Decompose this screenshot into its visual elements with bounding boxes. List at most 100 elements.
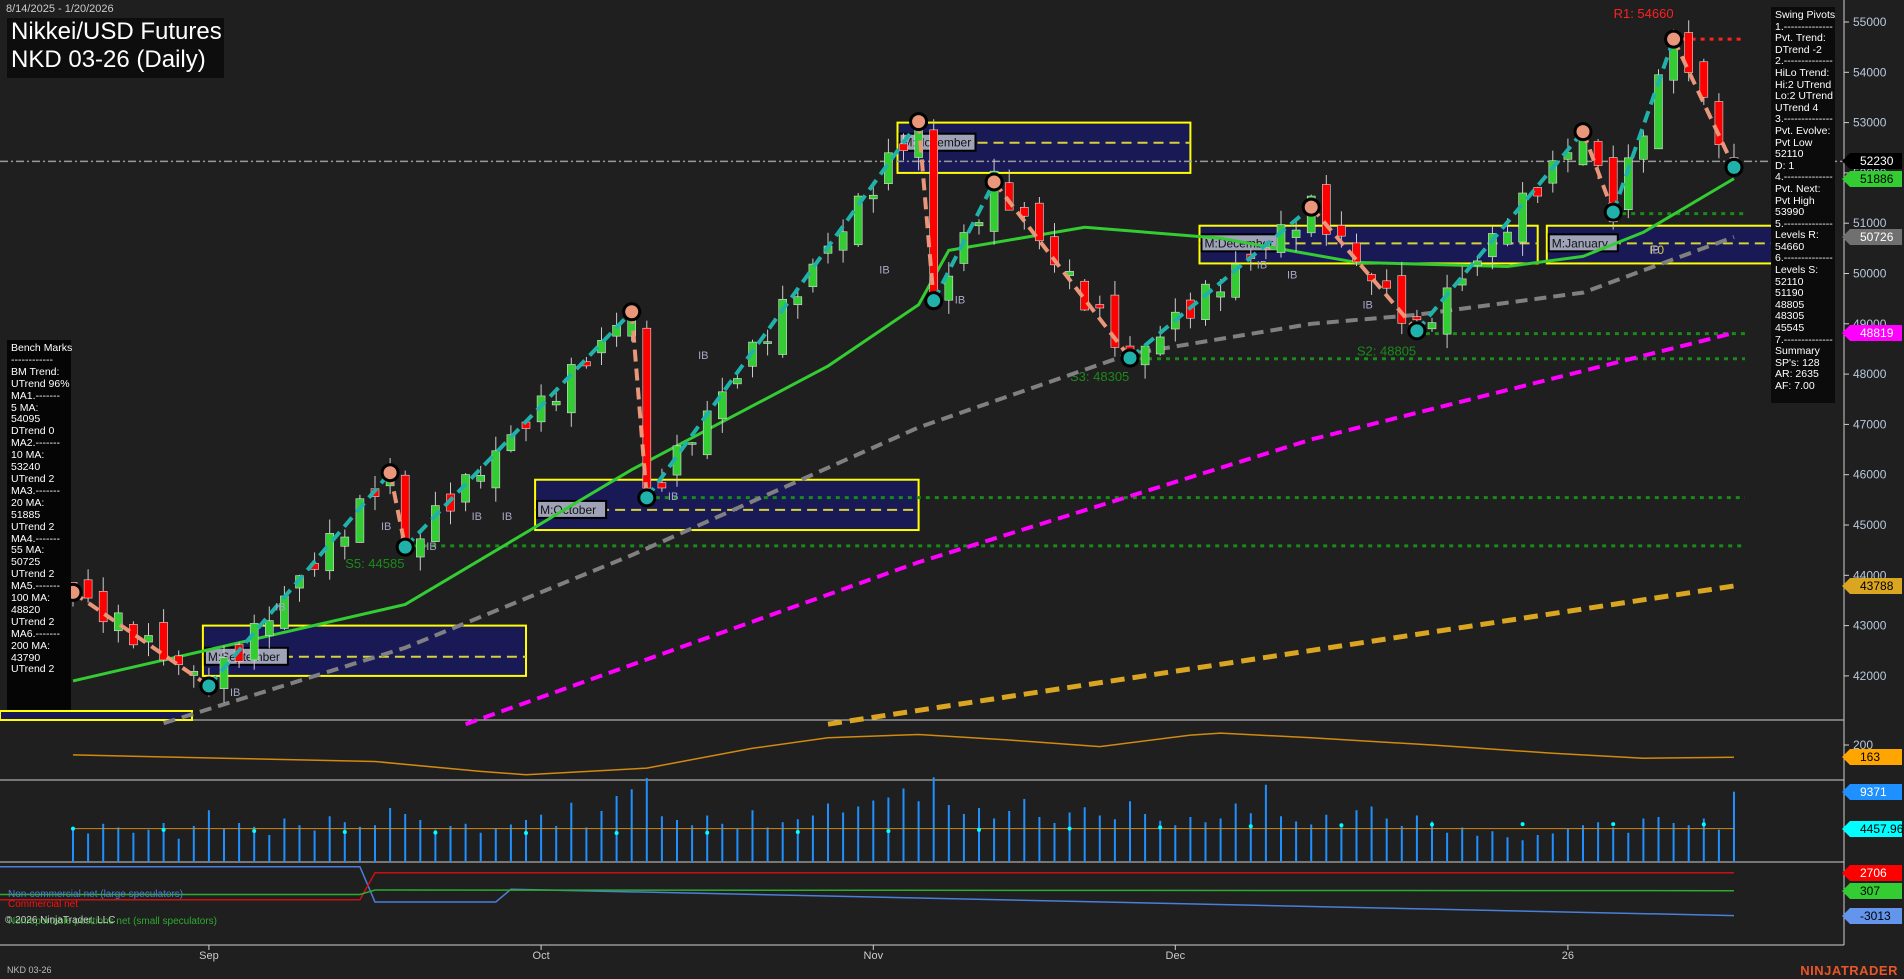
volume-marker bbox=[1611, 822, 1615, 826]
swing-pivots-panel: Swing Pivots1.--------------Pvt. Trend:D… bbox=[1771, 7, 1835, 403]
ib-label: IB bbox=[1649, 244, 1659, 256]
volume-marker bbox=[1068, 827, 1072, 831]
swing-low-marker bbox=[1409, 323, 1425, 339]
copyright: © 2026 NinjaTrader, LLC bbox=[5, 915, 115, 926]
level-label: S3: 48305 bbox=[1070, 369, 1129, 384]
bench-marks-panel: Bench Marks------------BM Trend:UTrend 9… bbox=[7, 340, 71, 710]
candle-body bbox=[1473, 261, 1481, 266]
ib-label: IB bbox=[502, 511, 512, 523]
candle-body bbox=[492, 451, 500, 488]
swing-high-marker bbox=[1303, 199, 1319, 215]
pivots-line: 45545 bbox=[1775, 323, 1831, 335]
price-chart[interactable]: 4200043000440004500046000470004800049000… bbox=[0, 0, 1904, 979]
pivots-line: Swing Pivots bbox=[1775, 10, 1831, 22]
ib-label: IB bbox=[426, 541, 436, 553]
candle-body bbox=[567, 364, 575, 412]
volume-marker bbox=[796, 830, 800, 834]
candle-body bbox=[1337, 225, 1345, 236]
swing-up-line bbox=[1613, 39, 1673, 212]
swing-high-marker bbox=[1575, 124, 1591, 140]
bench-line: MA1.------- bbox=[11, 391, 67, 403]
ib-label: IB bbox=[1287, 270, 1297, 282]
pivots-line: AF: 7.00 bbox=[1775, 381, 1831, 393]
bench-line: UTrend 2 bbox=[11, 664, 67, 676]
volume-marker bbox=[71, 827, 75, 831]
candle-body bbox=[869, 195, 877, 199]
axis-badge: 50726 bbox=[1850, 229, 1902, 245]
ib-label: IB bbox=[955, 295, 965, 307]
candle-body bbox=[809, 264, 817, 287]
axis-badge: 52230 bbox=[1850, 153, 1902, 169]
ib-label: IB bbox=[472, 511, 482, 523]
y-tick-label: 43000 bbox=[1853, 619, 1887, 633]
candle-body bbox=[1383, 281, 1391, 288]
swing-high-marker bbox=[1666, 31, 1682, 47]
y-tick-label: 42000 bbox=[1853, 669, 1887, 683]
pivots-line: Levels S: bbox=[1775, 265, 1831, 277]
swing-high-marker bbox=[911, 114, 927, 130]
level-label: S2: 48805 bbox=[1357, 344, 1416, 359]
swing-low-marker bbox=[397, 539, 413, 555]
volume-marker bbox=[615, 831, 619, 835]
candle-body bbox=[552, 401, 560, 405]
x-tick-label: 26 bbox=[1562, 950, 1574, 962]
volume-marker bbox=[1158, 825, 1162, 829]
pivots-line: HiLo Trend: bbox=[1775, 68, 1831, 80]
candle-body bbox=[688, 443, 696, 445]
x-tick-label: Nov bbox=[864, 950, 884, 962]
candle-body bbox=[794, 297, 802, 305]
monthly-label: M:October bbox=[540, 503, 596, 517]
volume-marker bbox=[977, 828, 981, 832]
ib-label: IB bbox=[1363, 300, 1373, 312]
bench-line: BM Trend: bbox=[11, 367, 67, 379]
volume-marker bbox=[1339, 823, 1343, 827]
candle-body bbox=[265, 621, 273, 636]
ib-label: IB bbox=[698, 350, 708, 362]
candle-body bbox=[129, 624, 137, 644]
volume-marker bbox=[162, 828, 166, 832]
candle-body bbox=[160, 622, 168, 660]
contract-period: NKD 03-26 (Daily) bbox=[7, 46, 224, 74]
ib-label: IB bbox=[275, 602, 285, 614]
swing-up-line bbox=[934, 182, 994, 301]
swing-down-line bbox=[73, 592, 209, 686]
pivots-line: 53990 bbox=[1775, 207, 1831, 219]
axis-badge: 48819 bbox=[1850, 325, 1902, 341]
monthly-range-box bbox=[0, 711, 192, 720]
ib-label: IB bbox=[879, 265, 889, 277]
y-tick-label: 46000 bbox=[1853, 468, 1887, 482]
volume-marker bbox=[433, 831, 437, 835]
ma200-line bbox=[828, 586, 1734, 724]
ib-label: IB bbox=[230, 687, 240, 699]
axis-badge: 307 bbox=[1850, 883, 1902, 899]
swing-low-marker bbox=[1726, 159, 1742, 175]
candle-body bbox=[1156, 337, 1164, 354]
candle-body bbox=[1715, 101, 1723, 144]
candle-body bbox=[250, 623, 258, 660]
y-tick-label: 55000 bbox=[1853, 15, 1887, 29]
ib-label: IB bbox=[668, 491, 678, 503]
cot-commercial-line bbox=[0, 873, 1734, 900]
bench-line: 20 MA: bbox=[11, 498, 67, 510]
candle-body bbox=[1141, 346, 1149, 365]
bench-line: MA3.------- bbox=[11, 486, 67, 498]
volume-marker bbox=[1702, 822, 1706, 826]
candle-body bbox=[1519, 193, 1527, 242]
candle-body bbox=[975, 222, 983, 225]
swing-high-marker bbox=[986, 174, 1002, 190]
ib-label: IB bbox=[1257, 259, 1267, 271]
axis-badge: 4457.96 bbox=[1850, 821, 1902, 837]
axis-badge: 163 bbox=[1850, 749, 1902, 765]
date-range: 8/14/2025 - 1/20/2026 bbox=[6, 3, 114, 15]
y-tick-label: 47000 bbox=[1853, 417, 1887, 431]
candle-body bbox=[1217, 292, 1225, 297]
swing-low-marker bbox=[1605, 204, 1621, 220]
candle-body bbox=[1413, 317, 1421, 320]
y-tick-label: 50000 bbox=[1853, 267, 1887, 281]
pivots-line: Pvt. Next: bbox=[1775, 184, 1831, 196]
x-tick-label: Dec bbox=[1166, 950, 1186, 962]
level-label: R1: 54660 bbox=[1614, 6, 1674, 21]
legend-commercial: Commercial net bbox=[8, 899, 78, 910]
candle-body bbox=[84, 580, 92, 598]
candle-body bbox=[1594, 141, 1602, 165]
